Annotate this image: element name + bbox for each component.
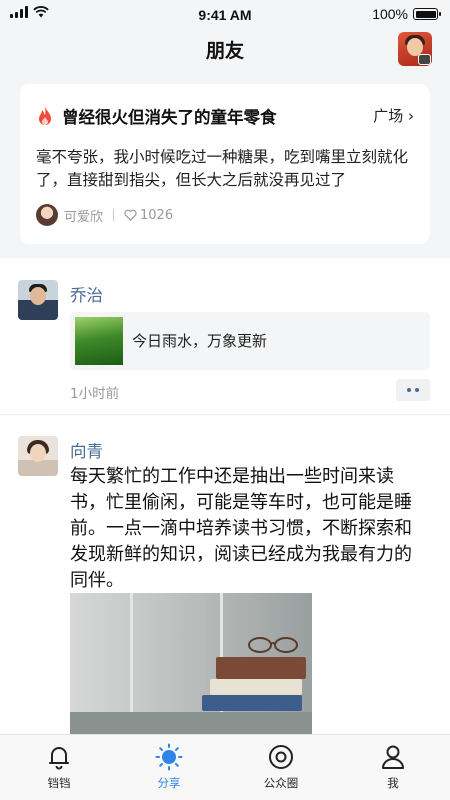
heart-icon[interactable] — [124, 209, 137, 221]
tab-me[interactable]: 我 — [348, 735, 438, 800]
topic-author[interactable]: 可爱欣 — [64, 206, 103, 225]
topic-title: 曾经很火但消失了的童年零食 — [62, 108, 277, 127]
wifi-icon — [33, 6, 49, 18]
battery-fill — [415, 10, 436, 18]
more-options-button[interactable] — [396, 379, 430, 401]
tab-label: 我 — [387, 776, 399, 790]
topic-head: 曾经很火但消失了的童年零食 广场 › — [36, 104, 414, 128]
tab-share[interactable]: 分享 — [124, 735, 214, 800]
header: 朋友 — [0, 28, 450, 68]
profile-camera-button[interactable] — [398, 32, 432, 66]
person-icon — [382, 745, 404, 769]
tab-public-circle[interactable]: 公众圈 — [236, 735, 326, 800]
tab-bar: 铛铛 分享 公众圈 我 — [0, 734, 450, 800]
tab-dingding[interactable]: 铛铛 — [14, 735, 104, 800]
tab-label: 分享 — [157, 776, 181, 790]
status-left — [10, 6, 49, 18]
tab-label: 铛铛 — [47, 776, 71, 790]
book — [216, 657, 306, 679]
post-photo[interactable] — [70, 593, 312, 734]
dot-icon — [407, 388, 411, 392]
like-count: 1026 — [140, 207, 174, 223]
shared-thumbnail — [75, 317, 123, 365]
status-bar: 9:41 AM 100% — [0, 0, 450, 28]
battery-icon — [413, 8, 441, 20]
window-sill — [70, 712, 312, 734]
tab-label: 公众圈 — [263, 776, 299, 790]
post-text: 每天繁忙的工作中还是抽出一些时间来读书，忙里偷闲，可能是等车时，也可能是睡前。一… — [70, 466, 412, 591]
feed-post: 向青 每天繁忙的工作中还是抽出一些时间来读书，忙里偷闲，可能是等车时，也可能是睡… — [0, 416, 450, 734]
user-name[interactable]: 乔治 — [70, 282, 103, 306]
user-avatar[interactable] — [18, 280, 58, 320]
avatar-face — [30, 444, 46, 462]
fire-icon — [39, 106, 51, 125]
author-avatar[interactable] — [36, 204, 58, 226]
user-avatar[interactable] — [18, 436, 58, 476]
book — [202, 695, 302, 711]
bell-icon — [49, 747, 69, 770]
status-time: 9:41 AM — [198, 6, 252, 23]
dot-icon — [415, 388, 419, 392]
battery-percent: 100% — [372, 6, 408, 22]
avatar-face — [30, 287, 46, 305]
status-right: 100% — [372, 6, 441, 22]
topic-meta: 可爱欣 1026 — [36, 204, 173, 226]
signal-icon — [10, 6, 28, 18]
post-time: 1小时前 — [70, 386, 120, 402]
camera-icon — [418, 54, 431, 65]
feed: 乔治 今日雨水，万象更新 1小时前 向青 每天繁忙的工作中还是抽出一些时间来读书… — [0, 258, 450, 734]
topic-card[interactable]: 曾经很火但消失了的童年零食 广场 › 毫不夸张，我小时候吃过一种糖果，吃到嘴里立… — [20, 84, 430, 244]
shared-link-card[interactable]: 今日雨水，万象更新 — [70, 312, 430, 370]
book — [210, 679, 302, 695]
shared-link-text: 今日雨水，万象更新 — [132, 332, 268, 350]
user-name[interactable]: 向青 — [70, 438, 103, 462]
target-icon — [269, 745, 293, 769]
sun-icon — [155, 743, 183, 771]
plaza-link[interactable]: 广场 › — [373, 105, 414, 126]
feed-post: 乔治 今日雨水，万象更新 1小时前 — [0, 258, 450, 415]
page-title: 朋友 — [205, 40, 244, 62]
topic-body: 毫不夸张，我小时候吃过一种糖果，吃到嘴里立刻就化了，直接甜到指尖，但长大之后就没… — [36, 148, 409, 189]
glasses-icon — [248, 637, 298, 653]
meta-divider — [113, 209, 115, 221]
